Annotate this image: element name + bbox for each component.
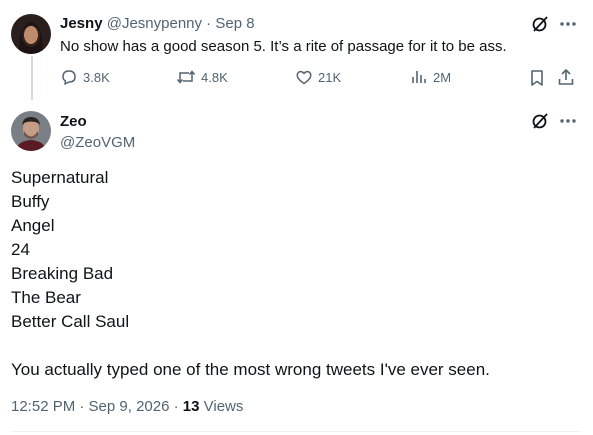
thread-connector-line (31, 56, 33, 100)
parent-display-name[interactable]: Jesny (60, 15, 103, 32)
main-display-name[interactable]: Zeo (60, 112, 87, 131)
show-list-item: Angel (11, 216, 55, 235)
show-list-item: The Bear (11, 288, 81, 307)
show-list-item: Better Call Saul (11, 312, 130, 331)
views-action[interactable]: 2M (410, 68, 451, 86)
reply-icon (60, 68, 78, 86)
divider (11, 431, 581, 432)
main-tweet-text: Supernatural Buffy Angel 24 Breaking Bad… (11, 166, 581, 382)
retweet-icon (176, 68, 196, 86)
show-list-item: Supernatural (11, 168, 109, 187)
grok-icon[interactable] (531, 112, 549, 130)
timestamp[interactable]: 12:52 PM · Sep 9, 2026 · (11, 398, 179, 415)
grok-icon[interactable] (531, 15, 549, 33)
reply-count: 3.8K (83, 69, 110, 85)
views-number: 13 (182, 398, 200, 415)
parent-date[interactable]: Sep 8 (215, 15, 254, 32)
more-icon[interactable] (560, 118, 576, 124)
analytics-icon (410, 68, 428, 86)
bookmark-icon[interactable] (529, 69, 545, 87)
parent-tweet-text: No show has a good season 5. It’s a rite… (60, 38, 507, 55)
views-count: 2M (433, 69, 452, 85)
parent-avatar[interactable] (11, 14, 51, 54)
show-list-item: 24 (11, 240, 30, 259)
parent-dot: · (206, 15, 212, 32)
heart-icon (295, 68, 313, 86)
reply-action[interactable]: 3.8K (60, 68, 110, 86)
retweet-action[interactable]: 4.8K (176, 68, 228, 86)
show-list-item: Buffy (11, 192, 50, 211)
main-avatar[interactable] (11, 111, 51, 151)
more-icon[interactable] (560, 21, 576, 27)
retweet-count: 4.8K (201, 69, 228, 85)
parent-handle[interactable]: @Jesnypenny (107, 15, 202, 32)
parent-header: Jesny @Jesnypenny · Sep 8 (60, 14, 255, 33)
show-list-item: Breaking Bad (11, 264, 114, 283)
closing-line: You actually typed one of the most wrong… (11, 360, 490, 379)
like-count: 21K (318, 69, 342, 85)
tweet-meta: 12:52 PM · Sep 9, 2026 · 13 Views (11, 397, 243, 417)
main-handle[interactable]: @ZeoVGM (60, 133, 135, 152)
share-icon[interactable] (557, 68, 575, 86)
views-label: Views (203, 398, 244, 415)
like-action[interactable]: 21K (295, 68, 341, 86)
